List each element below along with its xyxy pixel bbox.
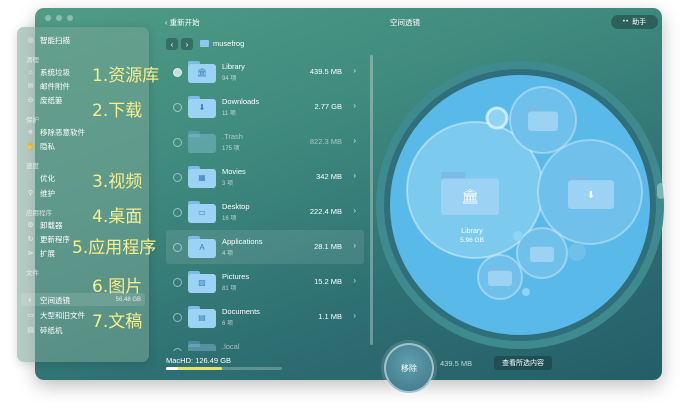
small-bubble-3[interactable] <box>513 231 523 241</box>
selected-size: 439.5 MB <box>440 359 473 368</box>
small-bubble-1[interactable] <box>485 106 509 130</box>
remove-button[interactable]: 移除 <box>384 343 434 393</box>
bubble-size: 5.96 GB <box>460 237 484 244</box>
trash-folder-icon <box>528 108 558 131</box>
bubble-label: Library <box>461 228 483 235</box>
view-selected-button[interactable]: 查看所选内容 <box>494 356 552 370</box>
desktop-folder-icon <box>488 268 512 286</box>
panel-handle[interactable] <box>657 183 665 199</box>
small-bubble-2[interactable] <box>568 243 586 261</box>
library-glyph-icon: 🏛 <box>461 188 479 204</box>
small-bubble-4[interactable] <box>522 288 530 296</box>
space-lens-bubbles: 🏛 ⬇ Library 5.96 GB <box>376 61 664 349</box>
movies-folder-icon <box>530 244 554 262</box>
download-glyph-icon: ⬇ <box>587 190 595 201</box>
